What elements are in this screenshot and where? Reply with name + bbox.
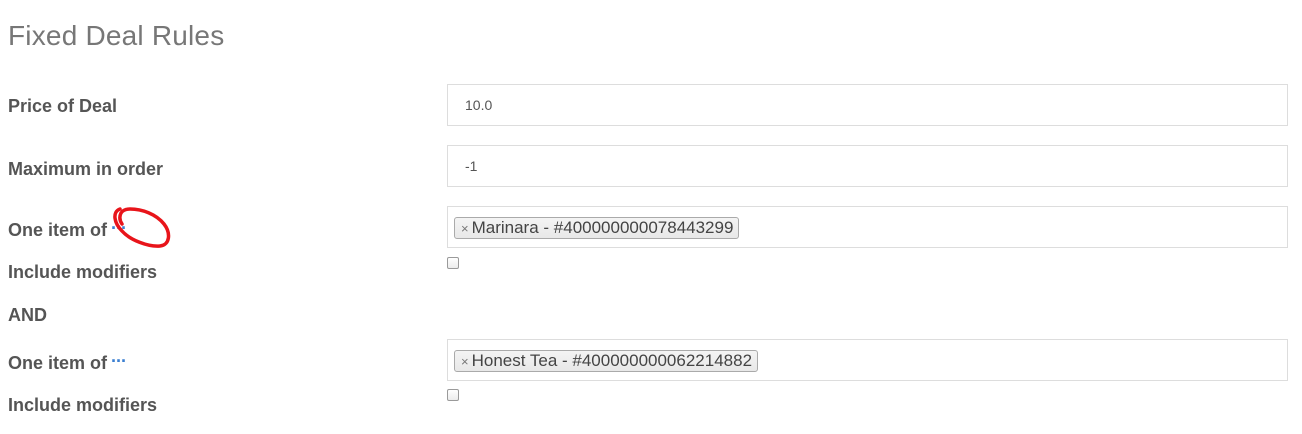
price-of-deal-label: Price of Deal — [8, 96, 118, 116]
selected-item-text: Marinara - #400000000078443299 — [471, 218, 734, 237]
item-select-2[interactable]: × Honest Tea - #400000000062214882 — [447, 339, 1288, 381]
remove-tag-icon[interactable]: × — [461, 354, 469, 369]
selected-item-tag: × Honest Tea - #400000000062214882 — [454, 350, 759, 372]
include-modifiers-label-2: Include modifiers — [8, 395, 158, 415]
one-item-of-label-1: One item of ··· — [8, 218, 127, 241]
price-of-deal-input[interactable]: 10.0 — [447, 84, 1288, 126]
include-modifiers-checkbox-1[interactable] — [447, 257, 459, 269]
remove-tag-icon[interactable]: × — [461, 221, 469, 236]
price-of-deal-value: 10.0 — [465, 97, 493, 113]
more-options-icon[interactable]: ··· — [111, 351, 127, 372]
one-item-of-label-2: One item of ··· — [8, 351, 127, 374]
more-options-icon[interactable]: ··· — [111, 218, 127, 239]
page-title: Fixed Deal Rules — [8, 20, 225, 51]
maximum-in-order-input[interactable]: -1 — [447, 145, 1288, 187]
include-modifiers-label-1: Include modifiers — [8, 262, 158, 282]
item-select-1[interactable]: × Marinara - #400000000078443299 — [447, 206, 1288, 248]
selected-item-tag: × Marinara - #400000000078443299 — [454, 217, 740, 239]
selected-item-text: Honest Tea - #400000000062214882 — [471, 351, 753, 370]
one-item-of-text: One item of — [8, 220, 108, 240]
and-separator: AND — [8, 305, 47, 325]
maximum-in-order-value: -1 — [465, 158, 478, 174]
one-item-of-text: One item of — [8, 353, 108, 373]
maximum-in-order-label: Maximum in order — [8, 159, 164, 179]
include-modifiers-checkbox-2[interactable] — [447, 389, 459, 401]
